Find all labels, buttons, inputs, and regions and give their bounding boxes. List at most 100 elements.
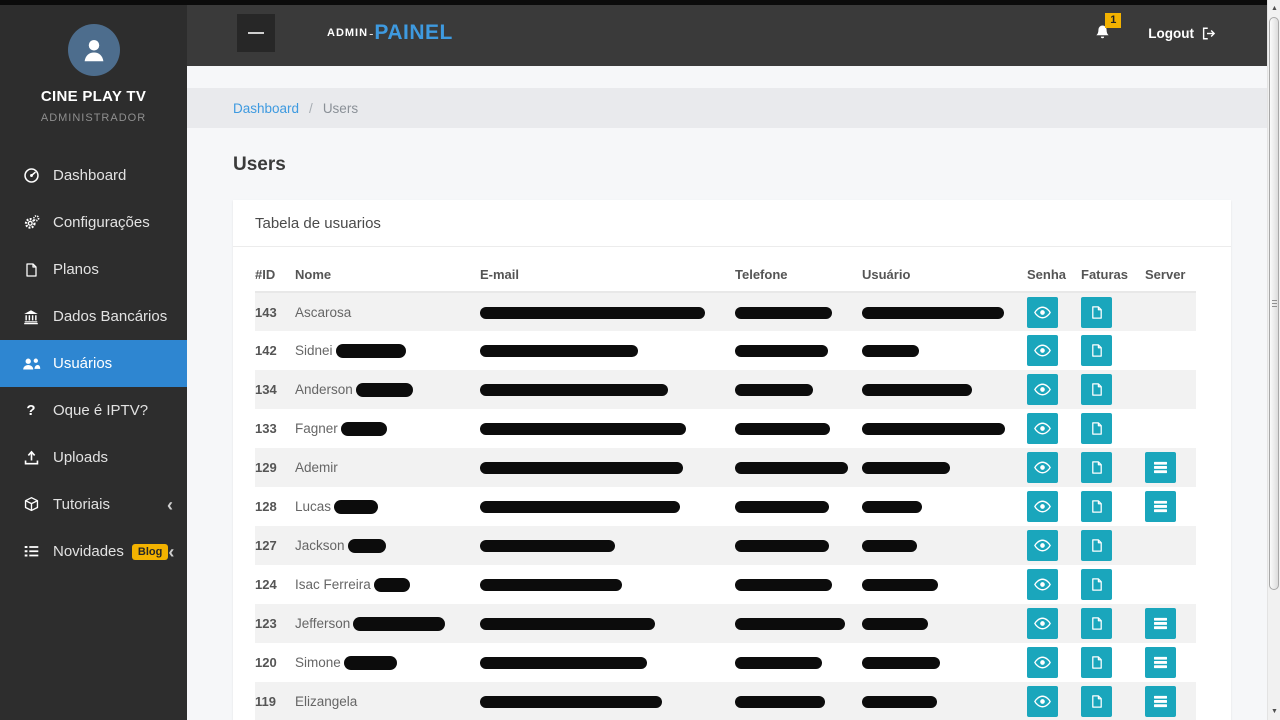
cell-email [480, 487, 735, 526]
cell-email [480, 370, 735, 409]
sidebar-item-oque-e-iptv[interactable]: ?Oque é IPTV? [0, 387, 187, 434]
invoices-button[interactable] [1081, 297, 1112, 328]
hamburger-icon [248, 32, 264, 34]
sidebar-item-dashboard[interactable]: Dashboard [0, 152, 187, 199]
cell-username [862, 682, 1027, 720]
view-password-button[interactable] [1027, 452, 1058, 483]
view-password-button[interactable] [1027, 569, 1058, 600]
cell-faturas [1081, 565, 1145, 604]
column-header-usuario: Usuário [862, 267, 1027, 292]
cell-phone [735, 409, 862, 448]
server-icon [1153, 695, 1168, 708]
view-password-button[interactable] [1027, 297, 1058, 328]
redacted-text [862, 423, 1005, 435]
table-row: 142Sidnei [255, 331, 1196, 370]
view-password-button[interactable] [1027, 647, 1058, 678]
redacted-text [862, 540, 917, 552]
redacted-text [862, 696, 937, 708]
gears-icon [18, 214, 44, 231]
cell-name: Elizangela [295, 682, 480, 720]
table-row: 143Ascarosa [255, 292, 1196, 331]
server-button[interactable] [1145, 608, 1176, 639]
cell-phone [735, 331, 862, 370]
cell-faturas [1081, 643, 1145, 682]
logout-label: Logout [1148, 26, 1194, 41]
cell-email [480, 331, 735, 370]
redacted-text [341, 422, 387, 436]
breadcrumb: Dashboard / Users [187, 88, 1280, 128]
eye-icon [1034, 383, 1051, 396]
invoices-button[interactable] [1081, 452, 1112, 483]
brand-suffix: PAINEL [374, 21, 452, 45]
cell-senha [1027, 682, 1081, 720]
view-password-button[interactable] [1027, 335, 1058, 366]
logout-button[interactable]: Logout [1142, 25, 1222, 42]
sidebar-item-uploads[interactable]: Uploads [0, 434, 187, 481]
invoices-button[interactable] [1081, 335, 1112, 366]
chevron-left-icon: ‹ [168, 543, 174, 561]
server-button[interactable] [1145, 647, 1176, 678]
sidebar-item-label: Configurações [53, 214, 150, 231]
view-password-button[interactable] [1027, 413, 1058, 444]
brand-separator: - [369, 26, 373, 41]
cell-faturas [1081, 604, 1145, 643]
invoice-icon [1090, 538, 1104, 553]
server-icon [1153, 617, 1168, 630]
sidebar-item-tutoriais[interactable]: Tutoriais‹ [0, 481, 187, 528]
table-wrap: #ID Nome E-mail Telefone Usuário Senha F… [233, 247, 1231, 720]
server-button[interactable] [1145, 452, 1176, 483]
cell-id: 129 [255, 448, 295, 487]
invoices-button[interactable] [1081, 569, 1112, 600]
server-button[interactable] [1145, 491, 1176, 522]
notification-count-badge: 1 [1105, 13, 1121, 28]
question-icon: ? [18, 403, 44, 418]
sidebar-item-configuracoes[interactable]: Configurações [0, 199, 187, 246]
invoices-button[interactable] [1081, 374, 1112, 405]
redacted-text [735, 384, 813, 396]
scrollbar-down-arrow[interactable]: ▼ [1268, 703, 1280, 720]
server-button[interactable] [1145, 686, 1176, 717]
redacted-text [480, 345, 638, 357]
cell-server [1145, 448, 1196, 487]
cell-phone [735, 487, 862, 526]
user-name: Jackson [295, 538, 345, 553]
invoices-button[interactable] [1081, 491, 1112, 522]
view-password-button[interactable] [1027, 374, 1058, 405]
scrollbar-thumb[interactable] [1269, 17, 1279, 590]
sidebar-item-novidades[interactable]: NovidadesBlog‹ [0, 528, 187, 575]
invoices-button[interactable] [1081, 686, 1112, 717]
sidebar-item-usuarios[interactable]: Usuários [0, 340, 187, 387]
users-table-card: Tabela de usuarios #ID Nome E-mail Telef… [233, 200, 1231, 720]
invoices-button[interactable] [1081, 647, 1112, 678]
invoice-icon [1090, 460, 1104, 475]
user-name: Jefferson [295, 616, 350, 631]
sidebar-item-label: Usuários [53, 355, 112, 372]
cell-name: Sidnei [295, 331, 480, 370]
cell-phone [735, 526, 862, 565]
cell-senha [1027, 565, 1081, 604]
cell-faturas [1081, 526, 1145, 565]
redacted-text [356, 383, 413, 397]
redacted-text [480, 384, 668, 396]
view-password-button[interactable] [1027, 686, 1058, 717]
sidebar-item-dados-bancarios[interactable]: Dados Bancários [0, 293, 187, 340]
breadcrumb-dashboard-link[interactable]: Dashboard [233, 101, 299, 116]
sidebar-item-planos[interactable]: Planos [0, 246, 187, 293]
view-password-button[interactable] [1027, 608, 1058, 639]
notifications-button[interactable]: 1 [1094, 24, 1112, 42]
view-password-button[interactable] [1027, 491, 1058, 522]
redacted-text [735, 657, 822, 669]
cell-faturas [1081, 292, 1145, 331]
vertical-scrollbar[interactable]: ▲ ▼ [1267, 0, 1280, 720]
view-password-button[interactable] [1027, 530, 1058, 561]
cell-id: 119 [255, 682, 295, 720]
invoices-button[interactable] [1081, 530, 1112, 561]
invoices-button[interactable] [1081, 608, 1112, 639]
invoice-icon [1090, 499, 1104, 514]
sidebar-toggle-button[interactable] [237, 14, 275, 52]
table-row: 134Anderson [255, 370, 1196, 409]
cell-id: 124 [255, 565, 295, 604]
invoices-button[interactable] [1081, 413, 1112, 444]
scrollbar-up-arrow[interactable]: ▲ [1268, 0, 1280, 17]
redacted-text [735, 501, 829, 513]
